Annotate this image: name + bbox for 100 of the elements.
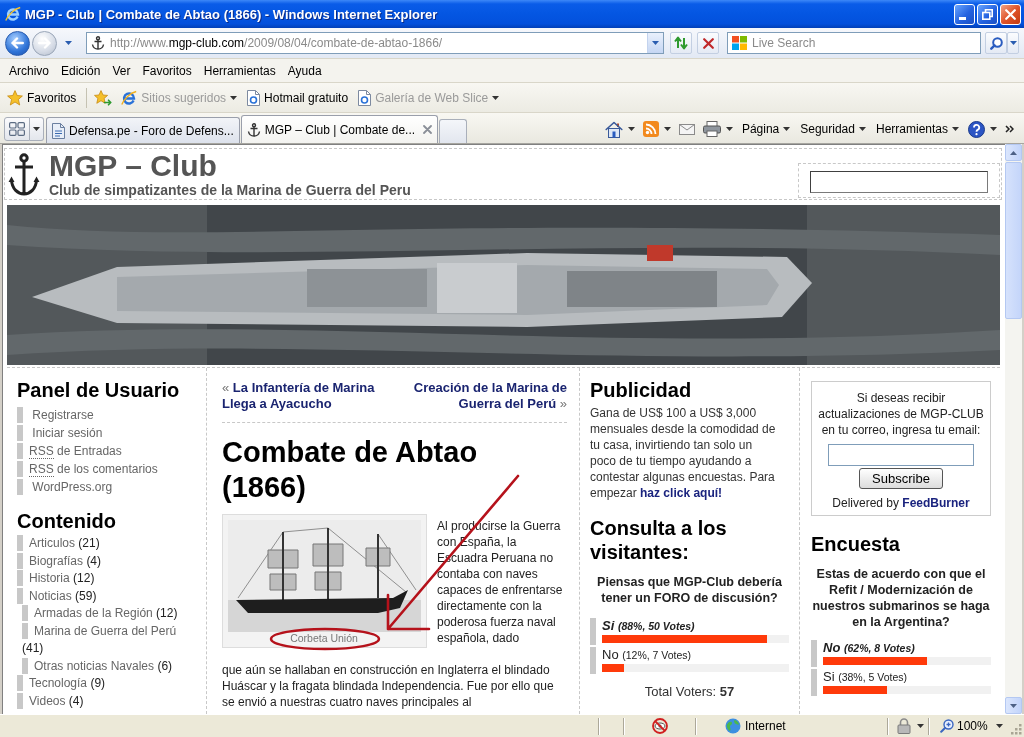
- ad-link[interactable]: haz click aquí!: [640, 486, 723, 500]
- menu-item[interactable]: Herramientas: [197, 61, 282, 80]
- category-link[interactable]: Articulos: [29, 536, 75, 550]
- subscribe-button[interactable]: Subscribe: [859, 468, 943, 489]
- widget-title: Consulta a los visitantes:: [590, 516, 728, 564]
- minimize-button[interactable]: [954, 3, 975, 25]
- category-link[interactable]: Marina de Guerra del Perú: [34, 623, 177, 638]
- widget-title: Panel de Usuario: [17, 378, 181, 402]
- caret-icon: [652, 41, 659, 45]
- list-marker-icon: [17, 425, 23, 441]
- globe-icon: [725, 718, 741, 734]
- list-marker-icon: [590, 647, 596, 674]
- page-icon: [358, 89, 372, 106]
- restore-icon: [982, 8, 993, 20]
- post-count: (21): [78, 536, 100, 550]
- minimize-icon: [959, 16, 966, 20]
- scrollbar-thumb[interactable]: [1005, 162, 1022, 319]
- widget-title: Contenido: [17, 509, 117, 533]
- command-menu[interactable]: Página: [736, 120, 796, 138]
- list-marker-icon: [811, 640, 817, 667]
- caret-icon: [1009, 41, 1017, 45]
- anchor-icon: [246, 122, 261, 137]
- scrollbar-track[interactable]: [1005, 144, 1022, 714]
- email-field[interactable]: [828, 444, 974, 466]
- image-caption: Corbeta Unión: [290, 632, 358, 645]
- menu-item[interactable]: Ayuda: [281, 61, 328, 80]
- windows-logo-icon: [732, 36, 747, 50]
- caret-icon: [663, 127, 671, 131]
- sidebar-link[interactable]: Registrarse: [29, 408, 94, 422]
- next-post-link[interactable]: Creación de la Marina de Guerra del Perú »: [401, 380, 567, 412]
- previous-post-link[interactable]: « La Infantería de Marina Llega a Ayacucho: [222, 380, 388, 412]
- address-dropdown-button[interactable]: [647, 33, 663, 53]
- star-icon: [7, 89, 23, 106]
- browser-tab[interactable]: Defensa.pe - Foro de Defens...: [46, 117, 240, 143]
- add-to-favorites-button[interactable]: [92, 87, 115, 108]
- address-field[interactable]: http://www.mgp-club.com/2009/08/04/combate-de-abtao-1866/: [86, 32, 664, 54]
- close-button[interactable]: [1000, 3, 1021, 25]
- menu-item[interactable]: Favoritos: [136, 61, 198, 80]
- forward-arrow-icon: [38, 37, 51, 49]
- site-search-field[interactable]: [810, 171, 988, 193]
- sidebar-link[interactable]: WordPress.org: [29, 480, 113, 494]
- poll-question: Estas de acuerdo con que el Refit / Modernización de nuestros submarinos se haga en la Argentina?: [811, 566, 991, 630]
- widget-title: Publicidad: [590, 378, 693, 402]
- category-link[interactable]: Tecnología: [29, 676, 88, 690]
- envelope-icon: [678, 123, 695, 135]
- house-icon: [604, 120, 623, 138]
- stop-button[interactable]: [697, 32, 719, 54]
- sidebar-link[interactable]: Iniciar sesión: [29, 426, 103, 440]
- poll-question: Piensas que MGP-Club debería tener un FORO de discusión?: [596, 574, 783, 606]
- post-count: (9): [90, 676, 106, 690]
- help-icon: [968, 120, 985, 138]
- post-count: (59): [75, 588, 97, 603]
- poll-option: No (12%, 7 Votes): [602, 647, 789, 663]
- category-link[interactable]: Historia: [29, 571, 70, 585]
- menu-item[interactable]: Archivo: [3, 61, 55, 80]
- search-button[interactable]: [985, 32, 1007, 54]
- site-tagline: Club de simpatizantes de la Marina de Guerra del Peru: [49, 182, 411, 198]
- search-field[interactable]: Live Search: [727, 32, 981, 54]
- back-button[interactable]: [5, 30, 30, 56]
- zoom-button[interactable]: 100%: [930, 716, 1009, 736]
- menu-item[interactable]: Edición: [55, 61, 107, 80]
- command-menu[interactable]: Herramientas: [870, 120, 964, 138]
- menu-item[interactable]: Ver: [106, 61, 137, 80]
- poll-option: No (62%, 8 Votes): [823, 640, 991, 656]
- sidebar-link[interactable]: RSS de Entradas: [29, 444, 122, 459]
- favorites-link[interactable]: Hotmail gratuito: [244, 86, 352, 109]
- category-link[interactable]: Biografías: [29, 553, 84, 568]
- zoom-icon: [940, 719, 954, 733]
- blocked-popup-icon: [652, 718, 668, 734]
- quick-tabs-button[interactable]: [4, 117, 30, 141]
- feedburner-link[interactable]: FeedBurner: [902, 496, 970, 510]
- list-marker-icon: [17, 461, 23, 477]
- browser-tab[interactable]: MGP – Club | Combate de...: [240, 115, 439, 143]
- tab-list-button[interactable]: [30, 117, 44, 141]
- category-link[interactable]: Noticias: [29, 588, 72, 603]
- lock-icon: [897, 718, 911, 734]
- sidebar-link[interactable]: RSS de los comentarios: [29, 462, 158, 477]
- search-options-button[interactable]: [1007, 32, 1019, 54]
- refresh-icon: [674, 36, 688, 50]
- page-icon: [52, 122, 65, 139]
- category-link[interactable]: Videos: [29, 693, 66, 708]
- caret-icon: [858, 127, 866, 131]
- star-arrow-icon: [94, 89, 113, 106]
- refresh-button[interactable]: [670, 32, 692, 54]
- favorites-button[interactable]: Favoritos: [3, 86, 81, 109]
- list-marker-icon: [17, 443, 23, 459]
- category-link[interactable]: Otras noticias Navales: [34, 658, 155, 673]
- caret-icon: [33, 127, 40, 131]
- command-menu[interactable]: Seguridad: [795, 120, 871, 138]
- rss-icon: [642, 121, 659, 137]
- subscribe-text: Si deseas recibir actualizaciones de MGP-CLUB en tu correo, ingresa tu email:: [817, 390, 985, 438]
- caret-icon: [725, 127, 733, 131]
- scroll-down-button[interactable]: [1005, 697, 1022, 714]
- scroll-up-button[interactable]: [1005, 144, 1022, 161]
- post-count: (12): [156, 606, 178, 620]
- poll-option: Si (38%, 5 Votes): [823, 669, 991, 685]
- site-title[interactable]: MGP – Club: [49, 150, 411, 182]
- caret-icon: [1010, 703, 1017, 708]
- restore-button[interactable]: [977, 3, 998, 25]
- category-link[interactable]: Armadas de la Región: [34, 606, 153, 620]
